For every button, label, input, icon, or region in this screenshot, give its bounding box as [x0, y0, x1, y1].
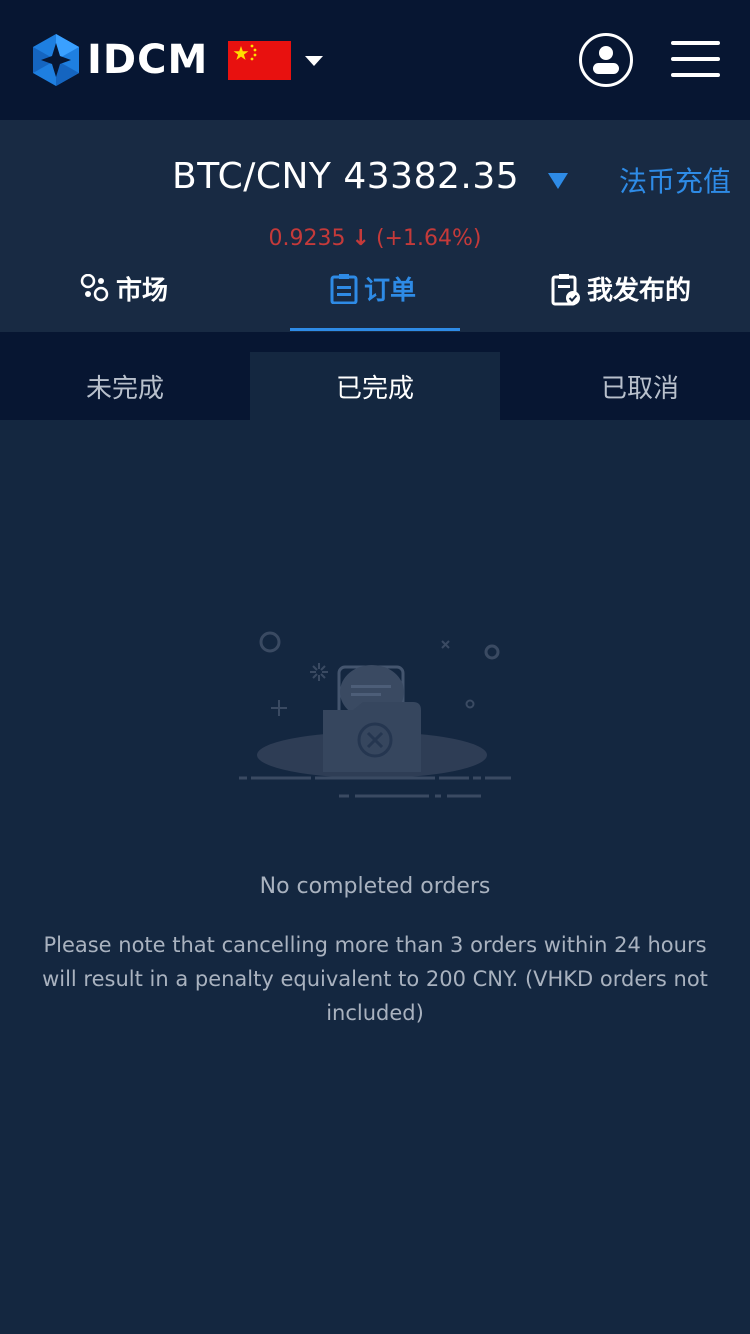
idcm-logo-icon	[33, 34, 79, 86]
down-arrow-icon: ↓	[351, 226, 370, 251]
order-status-tabs: 未完成 已完成 已取消	[0, 332, 750, 420]
top-bar: IDCM	[0, 0, 750, 120]
user-button[interactable]	[579, 33, 633, 87]
tab-market[interactable]: 市场	[80, 270, 168, 332]
price-value: 43382.35	[343, 156, 520, 197]
change-percent: (+1.64%)	[375, 226, 482, 251]
active-tab-indicator	[290, 328, 460, 331]
tab-incomplete[interactable]: 未完成	[0, 352, 250, 420]
fiat-deposit-link[interactable]: 法币充值	[619, 160, 731, 200]
brand-logo[interactable]: IDCM	[33, 34, 208, 86]
hamburger-menu-icon[interactable]	[671, 41, 721, 79]
caret-down-icon[interactable]	[305, 56, 323, 66]
ticker-header: BTC/CNY 43382.35 法币充值 0.9235 ↓ (+1.64%) 市场…	[0, 120, 750, 332]
pair-dropdown-icon[interactable]	[548, 173, 568, 189]
main-tabs: 市场 订单 我发布的	[0, 270, 750, 332]
pair-price[interactable]: BTC/CNY 43382.35	[172, 156, 519, 197]
tab-label: 市场	[116, 276, 169, 306]
empty-box-illustration	[239, 631, 511, 798]
rate-value: 0.9235	[268, 226, 346, 251]
empty-state-title: No completed orders	[259, 874, 491, 899]
tab-label: 订单	[364, 276, 417, 306]
tab-cancelled[interactable]: 已取消	[530, 352, 750, 420]
user-icon	[593, 46, 619, 74]
tab-my-posts[interactable]: 我发布的	[551, 270, 691, 332]
china-flag-icon[interactable]	[228, 41, 291, 80]
my-posts-icon	[551, 274, 580, 306]
market-icon	[80, 274, 109, 302]
tab-orders[interactable]: 订单	[330, 270, 416, 332]
tab-label: 我发布的	[587, 276, 692, 306]
penalty-note: Please note that cancelling more than 3 …	[42, 933, 708, 1025]
tab-completed[interactable]: 已完成	[250, 352, 500, 420]
brand-name: IDCM	[87, 37, 209, 83]
orders-icon	[330, 274, 358, 304]
price-change-row: 0.9235 ↓ (+1.64%)	[0, 226, 750, 251]
pair-label: BTC/CNY	[172, 156, 332, 197]
